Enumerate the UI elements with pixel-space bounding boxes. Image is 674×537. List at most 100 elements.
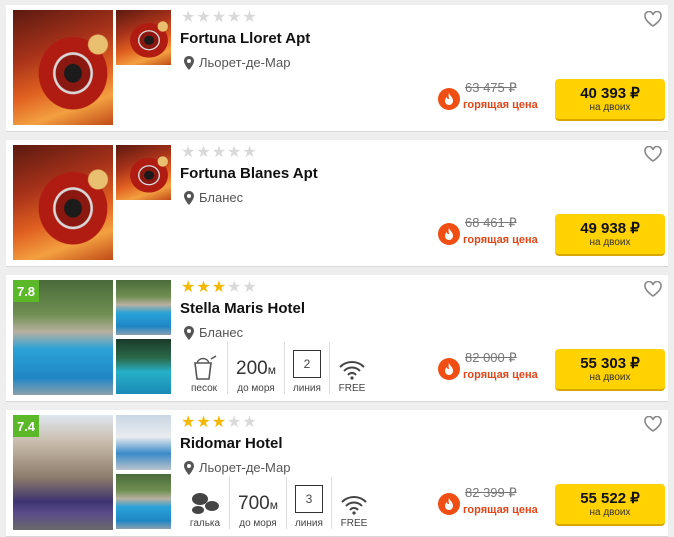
beach-type-label: песок — [190, 383, 218, 394]
price-value: 55 522 ₽ — [580, 489, 640, 507]
wifi-label: FREE — [338, 383, 366, 394]
favorite-heart-icon[interactable] — [644, 11, 662, 27]
hotel-list: ★ ★ ★ ★ ★ Fortuna Lloret Apt Льорет-де-Мар 6… — [0, 0, 674, 537]
wifi-icon — [339, 361, 365, 380]
price-value: 49 938 ₽ — [580, 219, 640, 237]
line-number: 2 — [292, 350, 321, 378]
location-label: Бланес — [199, 190, 244, 205]
hotel-location: Бланес — [183, 325, 243, 340]
price-button[interactable]: 40 393 ₽ на двоих — [555, 79, 665, 121]
hot-price-label: горящая цена — [463, 234, 538, 246]
price-button[interactable]: 55 522 ₽ на двоих — [555, 484, 665, 526]
pebbles-icon — [192, 493, 219, 514]
hotel-location: Льорет-де-Мар — [183, 55, 290, 70]
distance-value: 700 — [238, 493, 270, 514]
hotel-card[interactable]: ★ ★ ★ ★ ★ Fortuna Blanes Apt Бланес 68 461 ₽… — [6, 140, 668, 267]
fire-icon — [438, 493, 460, 515]
favorite-heart-icon[interactable] — [644, 281, 662, 297]
star-icon: ★ — [242, 9, 257, 26]
location-pin-icon — [184, 460, 194, 475]
fire-icon — [438, 358, 460, 380]
beach-type-label: галька — [189, 518, 221, 529]
star-icon: ★ — [181, 9, 196, 26]
hotel-name[interactable]: Stella Maris Hotel — [180, 300, 305, 317]
beach-type: галька — [181, 477, 230, 529]
star-icon: ★ — [227, 9, 242, 26]
old-price: 82 000 ₽ — [465, 350, 517, 365]
star-rating: ★ ★ ★ ★ ★ — [181, 145, 257, 161]
fire-icon — [438, 223, 460, 245]
old-price: 68 461 ₽ — [465, 215, 517, 230]
distance-unit: м — [269, 498, 278, 512]
hotel-name[interactable]: Fortuna Lloret Apt — [180, 30, 310, 47]
hot-price-label: горящая цена — [463, 99, 538, 111]
hotel-photo-main[interactable] — [13, 10, 113, 125]
rating-badge: 7.8 — [13, 280, 39, 302]
price-button[interactable]: 49 938 ₽ на двоих — [555, 214, 665, 256]
hot-price-label: горящая цена — [463, 369, 538, 381]
hotel-card[interactable]: 7.8 ★ ★ ★ ★ ★ Stella Maris Hotel Бланес песо… — [6, 275, 668, 402]
favorite-heart-icon[interactable] — [644, 416, 662, 432]
star-rating: ★ ★ ★ ★ ★ — [181, 415, 257, 431]
hotel-photo-secondary[interactable] — [116, 280, 171, 335]
star-icon: ★ — [242, 414, 257, 431]
price-value: 55 303 ₽ — [580, 354, 640, 372]
star-icon: ★ — [181, 414, 196, 431]
star-icon: ★ — [227, 144, 242, 161]
hotel-photo-tertiary[interactable] — [116, 339, 171, 394]
star-icon: ★ — [181, 279, 196, 296]
beach-line: 3 линия — [287, 477, 332, 529]
price-per: на двоих — [589, 506, 631, 518]
star-icon: ★ — [196, 279, 211, 296]
hotel-card[interactable]: 7.4 ★ ★ ★ ★ ★ Ridomar Hotel Льорет-де-Мар га… — [6, 410, 668, 537]
star-rating: ★ ★ ★ ★ ★ — [181, 10, 257, 26]
hotel-location: Льорет-де-Мар — [183, 460, 290, 475]
price-button[interactable]: 55 303 ₽ на двоих — [555, 349, 665, 391]
line-label: линия — [292, 383, 321, 394]
price-per: на двоих — [589, 371, 631, 383]
location-pin-icon — [184, 190, 194, 205]
price-block: 82 000 ₽ горящая цена 55 303 ₽ на двоих — [438, 347, 668, 393]
distance-label: до моря — [237, 383, 275, 394]
hotel-name[interactable]: Fortuna Blanes Apt — [180, 165, 318, 182]
distance-unit: м — [267, 363, 276, 377]
star-rating: ★ ★ ★ ★ ★ — [181, 280, 257, 296]
price-block: 63 475 ₽ горящая цена 40 393 ₽ на двоих — [438, 77, 668, 123]
star-icon: ★ — [211, 9, 227, 26]
fire-icon — [438, 88, 460, 110]
rating-badge: 7.4 — [13, 415, 39, 437]
hotel-photo-secondary[interactable] — [116, 10, 171, 65]
star-icon: ★ — [242, 279, 257, 296]
star-icon: ★ — [196, 414, 211, 431]
star-icon: ★ — [242, 144, 257, 161]
old-price: 82 399 ₽ — [465, 485, 517, 500]
wifi: FREE — [332, 477, 376, 529]
location-label: Льорет-де-Мар — [199, 460, 291, 475]
distance-label: до моря — [239, 518, 277, 529]
wifi-label: FREE — [340, 518, 368, 529]
beach-type: песок — [181, 342, 228, 394]
hotel-card[interactable]: ★ ★ ★ ★ ★ Fortuna Lloret Apt Льорет-де-Мар 6… — [6, 5, 668, 132]
star-icon: ★ — [227, 414, 242, 431]
location-pin-icon — [184, 55, 194, 70]
price-per: на двоих — [589, 236, 631, 248]
star-icon: ★ — [211, 414, 227, 431]
location-pin-icon — [184, 325, 194, 340]
sea-distance: 700м до моря — [230, 477, 287, 529]
favorite-heart-icon[interactable] — [644, 146, 662, 162]
sand-bucket-icon — [194, 355, 217, 380]
hotel-photo-main[interactable] — [13, 145, 113, 260]
location-label: Бланес — [199, 325, 244, 340]
beach-line: 2 линия — [285, 342, 330, 394]
hotel-photo-secondary[interactable] — [116, 145, 171, 200]
star-icon: ★ — [196, 9, 211, 26]
wifi: FREE — [330, 342, 374, 394]
distance-value: 200 — [236, 358, 268, 379]
price-per: на двоих — [589, 101, 631, 113]
hotel-photo-tertiary[interactable] — [116, 474, 171, 529]
hotel-photo-secondary[interactable] — [116, 415, 171, 470]
hotel-location: Бланес — [183, 190, 243, 205]
line-number: 3 — [294, 485, 323, 513]
hotel-name[interactable]: Ridomar Hotel — [180, 435, 283, 452]
star-icon: ★ — [211, 279, 227, 296]
